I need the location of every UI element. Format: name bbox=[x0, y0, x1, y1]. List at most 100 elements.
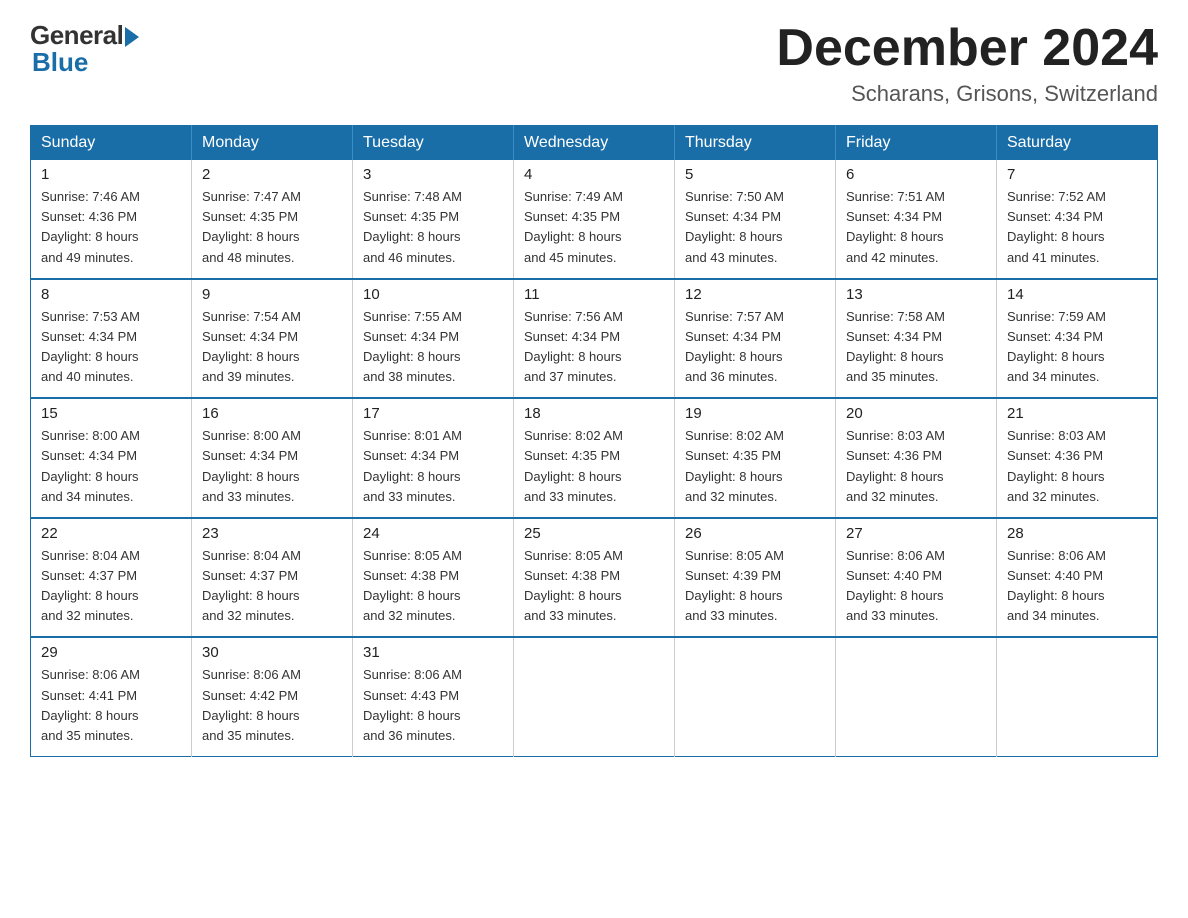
calendar-day-cell: 6 Sunrise: 7:51 AM Sunset: 4:34 PM Daylig… bbox=[836, 160, 997, 279]
calendar-header-sunday: Sunday bbox=[31, 126, 192, 161]
day-number: 3 bbox=[363, 166, 503, 183]
day-info: Sunrise: 8:02 AM Sunset: 4:35 PM Dayligh… bbox=[685, 426, 825, 507]
calendar-day-cell: 14Sunrise: 7:59 AM Sunset: 4:34 PM Dayli… bbox=[997, 279, 1158, 399]
calendar-day-cell: 8 Sunrise: 7:53 AM Sunset: 4:34 PM Daylig… bbox=[31, 279, 192, 399]
calendar-week-row: 8 Sunrise: 7:53 AM Sunset: 4:34 PM Daylig… bbox=[31, 279, 1158, 399]
day-info: Sunrise: 8:06 AM Sunset: 4:40 PM Dayligh… bbox=[846, 546, 986, 627]
day-number: 30 bbox=[202, 644, 342, 661]
page-header: General Blue December 2024 Scharans, Gri… bbox=[30, 20, 1158, 107]
day-info: Sunrise: 7:46 AM Sunset: 4:36 PM Dayligh… bbox=[41, 187, 181, 268]
day-info: Sunrise: 8:00 AM Sunset: 4:34 PM Dayligh… bbox=[202, 426, 342, 507]
calendar-day-cell: 12 Sunrise: 7:57 AM Sunset: 4:34 PM Dayli… bbox=[675, 279, 836, 399]
day-info: Sunrise: 7:53 AM Sunset: 4:34 PM Dayligh… bbox=[41, 307, 181, 388]
calendar-day-cell bbox=[675, 637, 836, 756]
day-number: 10 bbox=[363, 286, 503, 303]
day-info: Sunrise: 8:01 AM Sunset: 4:34 PM Dayligh… bbox=[363, 426, 503, 507]
day-number: 22 bbox=[41, 525, 181, 542]
calendar-day-cell: 4 Sunrise: 7:49 AM Sunset: 4:35 PM Daylig… bbox=[514, 160, 675, 279]
day-number: 24 bbox=[363, 525, 503, 542]
day-number: 18 bbox=[524, 405, 664, 422]
calendar-header-friday: Friday bbox=[836, 126, 997, 161]
title-block: December 2024 Scharans, Grisons, Switzer… bbox=[776, 20, 1158, 107]
calendar-week-row: 1Sunrise: 7:46 AM Sunset: 4:36 PM Daylig… bbox=[31, 160, 1158, 279]
day-info: Sunrise: 8:06 AM Sunset: 4:43 PM Dayligh… bbox=[363, 665, 503, 746]
calendar-day-cell bbox=[836, 637, 997, 756]
day-number: 17 bbox=[363, 405, 503, 422]
day-number: 4 bbox=[524, 166, 664, 183]
calendar-day-cell: 13 Sunrise: 7:58 AM Sunset: 4:34 PM Dayli… bbox=[836, 279, 997, 399]
calendar-day-cell bbox=[514, 637, 675, 756]
calendar-day-cell: 24 Sunrise: 8:05 AM Sunset: 4:38 PM Dayli… bbox=[353, 518, 514, 638]
calendar-header-monday: Monday bbox=[192, 126, 353, 161]
calendar-week-row: 29Sunrise: 8:06 AM Sunset: 4:41 PM Dayli… bbox=[31, 637, 1158, 756]
calendar-day-cell: 15 Sunrise: 8:00 AM Sunset: 4:34 PM Dayli… bbox=[31, 398, 192, 518]
day-number: 13 bbox=[846, 286, 986, 303]
day-number: 23 bbox=[202, 525, 342, 542]
day-number: 28 bbox=[1007, 525, 1147, 542]
day-info: Sunrise: 7:51 AM Sunset: 4:34 PM Dayligh… bbox=[846, 187, 986, 268]
day-info: Sunrise: 8:04 AM Sunset: 4:37 PM Dayligh… bbox=[41, 546, 181, 627]
calendar-day-cell: 20Sunrise: 8:03 AM Sunset: 4:36 PM Dayli… bbox=[836, 398, 997, 518]
day-number: 15 bbox=[41, 405, 181, 422]
day-info: Sunrise: 7:50 AM Sunset: 4:34 PM Dayligh… bbox=[685, 187, 825, 268]
day-number: 6 bbox=[846, 166, 986, 183]
calendar-week-row: 15 Sunrise: 8:00 AM Sunset: 4:34 PM Dayli… bbox=[31, 398, 1158, 518]
day-number: 29 bbox=[41, 644, 181, 661]
day-number: 27 bbox=[846, 525, 986, 542]
calendar-day-cell: 26Sunrise: 8:05 AM Sunset: 4:39 PM Dayli… bbox=[675, 518, 836, 638]
day-info: Sunrise: 8:03 AM Sunset: 4:36 PM Dayligh… bbox=[846, 426, 986, 507]
calendar-day-cell: 18 Sunrise: 8:02 AM Sunset: 4:35 PM Dayli… bbox=[514, 398, 675, 518]
calendar-header-saturday: Saturday bbox=[997, 126, 1158, 161]
calendar-day-cell: 23 Sunrise: 8:04 AM Sunset: 4:37 PM Dayli… bbox=[192, 518, 353, 638]
day-info: Sunrise: 7:59 AM Sunset: 4:34 PM Dayligh… bbox=[1007, 307, 1147, 388]
calendar-body: 1Sunrise: 7:46 AM Sunset: 4:36 PM Daylig… bbox=[31, 160, 1158, 756]
day-info: Sunrise: 7:49 AM Sunset: 4:35 PM Dayligh… bbox=[524, 187, 664, 268]
calendar-day-cell: 30 Sunrise: 8:06 AM Sunset: 4:42 PM Dayli… bbox=[192, 637, 353, 756]
day-number: 2 bbox=[202, 166, 342, 183]
calendar-header-thursday: Thursday bbox=[675, 126, 836, 161]
calendar-day-cell: 29Sunrise: 8:06 AM Sunset: 4:41 PM Dayli… bbox=[31, 637, 192, 756]
calendar-day-cell: 28 Sunrise: 8:06 AM Sunset: 4:40 PM Dayli… bbox=[997, 518, 1158, 638]
day-info: Sunrise: 8:03 AM Sunset: 4:36 PM Dayligh… bbox=[1007, 426, 1147, 507]
logo-arrow-icon bbox=[125, 27, 139, 47]
calendar-day-cell: 22 Sunrise: 8:04 AM Sunset: 4:37 PM Dayli… bbox=[31, 518, 192, 638]
day-number: 5 bbox=[685, 166, 825, 183]
logo-blue-text: Blue bbox=[32, 47, 88, 78]
day-info: Sunrise: 7:54 AM Sunset: 4:34 PM Dayligh… bbox=[202, 307, 342, 388]
calendar-header-wednesday: Wednesday bbox=[514, 126, 675, 161]
day-number: 12 bbox=[685, 286, 825, 303]
day-info: Sunrise: 8:05 AM Sunset: 4:38 PM Dayligh… bbox=[524, 546, 664, 627]
day-number: 21 bbox=[1007, 405, 1147, 422]
calendar-day-cell: 9 Sunrise: 7:54 AM Sunset: 4:34 PM Daylig… bbox=[192, 279, 353, 399]
day-number: 19 bbox=[685, 405, 825, 422]
day-number: 25 bbox=[524, 525, 664, 542]
day-info: Sunrise: 8:00 AM Sunset: 4:34 PM Dayligh… bbox=[41, 426, 181, 507]
day-info: Sunrise: 7:55 AM Sunset: 4:34 PM Dayligh… bbox=[363, 307, 503, 388]
calendar-day-cell: 21 Sunrise: 8:03 AM Sunset: 4:36 PM Dayli… bbox=[997, 398, 1158, 518]
calendar-day-cell: 27 Sunrise: 8:06 AM Sunset: 4:40 PM Dayli… bbox=[836, 518, 997, 638]
month-title: December 2024 bbox=[776, 20, 1158, 77]
calendar-day-cell: 11Sunrise: 7:56 AM Sunset: 4:34 PM Dayli… bbox=[514, 279, 675, 399]
calendar-day-cell: 25 Sunrise: 8:05 AM Sunset: 4:38 PM Dayli… bbox=[514, 518, 675, 638]
logo: General Blue bbox=[30, 20, 139, 78]
day-number: 9 bbox=[202, 286, 342, 303]
calendar-day-cell: 5 Sunrise: 7:50 AM Sunset: 4:34 PM Daylig… bbox=[675, 160, 836, 279]
calendar-day-cell: 17 Sunrise: 8:01 AM Sunset: 4:34 PM Dayli… bbox=[353, 398, 514, 518]
day-info: Sunrise: 8:02 AM Sunset: 4:35 PM Dayligh… bbox=[524, 426, 664, 507]
calendar-day-cell: 2 Sunrise: 7:47 AM Sunset: 4:35 PM Daylig… bbox=[192, 160, 353, 279]
day-info: Sunrise: 7:47 AM Sunset: 4:35 PM Dayligh… bbox=[202, 187, 342, 268]
calendar-day-cell: 3Sunrise: 7:48 AM Sunset: 4:35 PM Daylig… bbox=[353, 160, 514, 279]
calendar-day-cell: 1Sunrise: 7:46 AM Sunset: 4:36 PM Daylig… bbox=[31, 160, 192, 279]
calendar-week-row: 22 Sunrise: 8:04 AM Sunset: 4:37 PM Dayli… bbox=[31, 518, 1158, 638]
day-number: 16 bbox=[202, 405, 342, 422]
day-number: 8 bbox=[41, 286, 181, 303]
day-info: Sunrise: 8:06 AM Sunset: 4:42 PM Dayligh… bbox=[202, 665, 342, 746]
day-info: Sunrise: 8:06 AM Sunset: 4:40 PM Dayligh… bbox=[1007, 546, 1147, 627]
day-info: Sunrise: 7:56 AM Sunset: 4:34 PM Dayligh… bbox=[524, 307, 664, 388]
day-info: Sunrise: 8:05 AM Sunset: 4:38 PM Dayligh… bbox=[363, 546, 503, 627]
day-info: Sunrise: 7:52 AM Sunset: 4:34 PM Dayligh… bbox=[1007, 187, 1147, 268]
day-info: Sunrise: 8:04 AM Sunset: 4:37 PM Dayligh… bbox=[202, 546, 342, 627]
day-info: Sunrise: 7:57 AM Sunset: 4:34 PM Dayligh… bbox=[685, 307, 825, 388]
calendar-day-cell bbox=[997, 637, 1158, 756]
day-info: Sunrise: 7:58 AM Sunset: 4:34 PM Dayligh… bbox=[846, 307, 986, 388]
